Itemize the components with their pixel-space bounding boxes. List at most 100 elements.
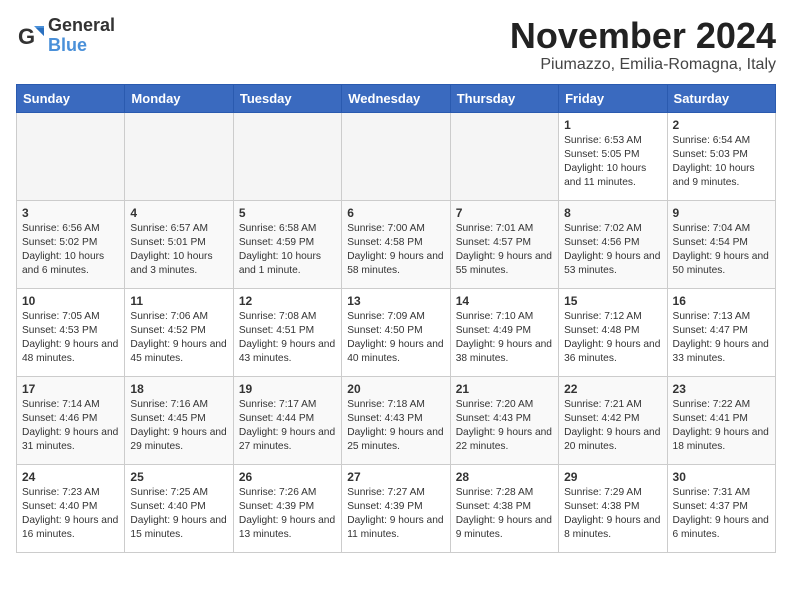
calendar-cell: 18Sunrise: 7:16 AM Sunset: 4:45 PM Dayli… [125,376,233,464]
day-number: 7 [456,206,553,220]
day-number: 13 [347,294,444,308]
calendar-cell: 26Sunrise: 7:26 AM Sunset: 4:39 PM Dayli… [233,464,341,552]
location-subtitle: Piumazzo, Emilia-Romagna, Italy [510,56,776,74]
calendar-cell: 25 Sunrise: 7:25 AM Sunset: 4:40 PM Dayli… [125,464,233,552]
day-number: 5 [239,206,336,220]
day-number: 17 [22,382,119,396]
calendar-cell: 13Sunrise: 7:09 AM Sunset: 4:50 PM Dayli… [342,288,450,376]
day-info: Sunrise: 6:57 AM Sunset: 5:01 PM Dayligh… [130,222,227,279]
day-number: 27 [347,470,444,484]
day-info: Sunrise: 6:56 AM Sunset: 5:02 PM Dayligh… [22,222,119,279]
day-number: 24 [22,470,119,484]
day-number: 18 [130,382,227,396]
calendar-cell: 21 Sunrise: 7:20 AM Sunset: 4:43 PM Dayli… [450,376,558,464]
calendar-cell [125,112,233,200]
calendar-cell: 10Sunrise: 7:05 AM Sunset: 4:53 PM Dayli… [17,288,125,376]
day-number: 11 [130,294,227,308]
calendar-cell [342,112,450,200]
calendar-cell: 29Sunrise: 7:29 AM Sunset: 4:38 PM Dayli… [559,464,667,552]
day-info: Sunrise: 7:04 AM Sunset: 4:54 PM Dayligh… [673,222,770,279]
calendar-cell: 19 Sunrise: 7:17 AM Sunset: 4:44 PM Dayli… [233,376,341,464]
calendar-cell: 2 Sunrise: 6:54 AM Sunset: 5:03 PM Daylig… [667,112,775,200]
calendar-cell: 8 Sunrise: 7:02 AM Sunset: 4:56 PM Daylig… [559,200,667,288]
calendar-cell: 5 Sunrise: 6:58 AM Sunset: 4:59 PM Daylig… [233,200,341,288]
day-info: Sunrise: 7:27 AM Sunset: 4:39 PM Dayligh… [347,486,444,543]
day-number: 3 [22,206,119,220]
day-info: Sunrise: 7:17 AM Sunset: 4:44 PM Dayligh… [239,398,336,455]
day-info: Sunrise: 7:05 AM Sunset: 4:53 PM Dayligh… [22,310,119,367]
day-number: 20 [347,382,444,396]
calendar-cell: 30 Sunrise: 7:31 AM Sunset: 4:37 PM Dayli… [667,464,775,552]
day-number: 14 [456,294,553,308]
day-info: Sunrise: 7:18 AM Sunset: 4:43 PM Dayligh… [347,398,444,455]
day-number: 28 [456,470,553,484]
calendar-cell: 23 Sunrise: 7:22 AM Sunset: 4:41 PM Dayli… [667,376,775,464]
day-info: Sunrise: 6:58 AM Sunset: 4:59 PM Dayligh… [239,222,336,279]
day-info: Sunrise: 7:02 AM Sunset: 4:56 PM Dayligh… [564,222,661,279]
week-row-2: 3 Sunrise: 6:56 AM Sunset: 5:02 PM Daylig… [17,200,776,288]
calendar-cell: 12Sunrise: 7:08 AM Sunset: 4:51 PM Dayli… [233,288,341,376]
day-number: 21 [456,382,553,396]
calendar-cell [450,112,558,200]
day-number: 15 [564,294,661,308]
day-info: Sunrise: 7:29 AM Sunset: 4:38 PM Dayligh… [564,486,661,543]
calendar-cell: 27 Sunrise: 7:27 AM Sunset: 4:39 PM Dayli… [342,464,450,552]
day-info: Sunrise: 7:13 AM Sunset: 4:47 PM Dayligh… [673,310,770,367]
day-info: Sunrise: 6:54 AM Sunset: 5:03 PM Dayligh… [673,134,770,191]
svg-text:G: G [18,24,35,49]
logo: G General Blue [16,16,115,56]
header-wednesday: Wednesday [342,84,450,112]
calendar-cell: 4Sunrise: 6:57 AM Sunset: 5:01 PM Daylig… [125,200,233,288]
day-info: Sunrise: 7:00 AM Sunset: 4:58 PM Dayligh… [347,222,444,279]
day-number: 19 [239,382,336,396]
day-number: 1 [564,118,661,132]
calendar-cell: 6 Sunrise: 7:00 AM Sunset: 4:58 PM Daylig… [342,200,450,288]
day-number: 30 [673,470,770,484]
calendar-cell: 7 Sunrise: 7:01 AM Sunset: 4:57 PM Daylig… [450,200,558,288]
calendar-cell [17,112,125,200]
day-info: Sunrise: 7:31 AM Sunset: 4:37 PM Dayligh… [673,486,770,543]
day-info: Sunrise: 7:12 AM Sunset: 4:48 PM Dayligh… [564,310,661,367]
day-info: Sunrise: 7:10 AM Sunset: 4:49 PM Dayligh… [456,310,553,367]
header-tuesday: Tuesday [233,84,341,112]
day-info: Sunrise: 7:06 AM Sunset: 4:52 PM Dayligh… [130,310,227,367]
day-number: 9 [673,206,770,220]
day-number: 16 [673,294,770,308]
day-info: Sunrise: 7:25 AM Sunset: 4:40 PM Dayligh… [130,486,227,543]
header-monday: Monday [125,84,233,112]
title-block: November 2024 Piumazzo, Emilia-Romagna, … [510,16,776,74]
page-header: G General Blue November 2024 Piumazzo, E… [16,16,776,74]
day-info: Sunrise: 7:21 AM Sunset: 4:42 PM Dayligh… [564,398,661,455]
calendar-cell: 1 Sunrise: 6:53 AM Sunset: 5:05 PM Daylig… [559,112,667,200]
calendar-body: 1 Sunrise: 6:53 AM Sunset: 5:05 PM Daylig… [17,112,776,552]
calendar-cell [233,112,341,200]
calendar-table: Sunday Monday Tuesday Wednesday Thursday… [16,84,776,553]
day-number: 6 [347,206,444,220]
calendar-cell: 28 Sunrise: 7:28 AM Sunset: 4:38 PM Dayli… [450,464,558,552]
day-number: 8 [564,206,661,220]
week-row-1: 1 Sunrise: 6:53 AM Sunset: 5:05 PM Daylig… [17,112,776,200]
calendar-cell: 16 Sunrise: 7:13 AM Sunset: 4:47 PM Dayli… [667,288,775,376]
day-info: Sunrise: 7:08 AM Sunset: 4:51 PM Dayligh… [239,310,336,367]
day-number: 22 [564,382,661,396]
day-info: Sunrise: 7:26 AM Sunset: 4:39 PM Dayligh… [239,486,336,543]
day-number: 23 [673,382,770,396]
calendar-cell: 17 Sunrise: 7:14 AM Sunset: 4:46 PM Dayli… [17,376,125,464]
day-info: Sunrise: 7:01 AM Sunset: 4:57 PM Dayligh… [456,222,553,279]
calendar-cell: 11 Sunrise: 7:06 AM Sunset: 4:52 PM Dayli… [125,288,233,376]
month-title: November 2024 [510,16,776,56]
day-number: 25 [130,470,227,484]
day-info: Sunrise: 7:20 AM Sunset: 4:43 PM Dayligh… [456,398,553,455]
logo-text: General Blue [48,16,115,56]
day-info: Sunrise: 7:14 AM Sunset: 4:46 PM Dayligh… [22,398,119,455]
header-row: Sunday Monday Tuesday Wednesday Thursday… [17,84,776,112]
calendar-cell: 14 Sunrise: 7:10 AM Sunset: 4:49 PM Dayli… [450,288,558,376]
week-row-5: 24Sunrise: 7:23 AM Sunset: 4:40 PM Dayli… [17,464,776,552]
day-info: Sunrise: 6:53 AM Sunset: 5:05 PM Dayligh… [564,134,661,191]
day-number: 2 [673,118,770,132]
day-info: Sunrise: 7:22 AM Sunset: 4:41 PM Dayligh… [673,398,770,455]
week-row-3: 10Sunrise: 7:05 AM Sunset: 4:53 PM Dayli… [17,288,776,376]
day-info: Sunrise: 7:28 AM Sunset: 4:38 PM Dayligh… [456,486,553,543]
calendar-cell: 20 Sunrise: 7:18 AM Sunset: 4:43 PM Dayli… [342,376,450,464]
header-sunday: Sunday [17,84,125,112]
